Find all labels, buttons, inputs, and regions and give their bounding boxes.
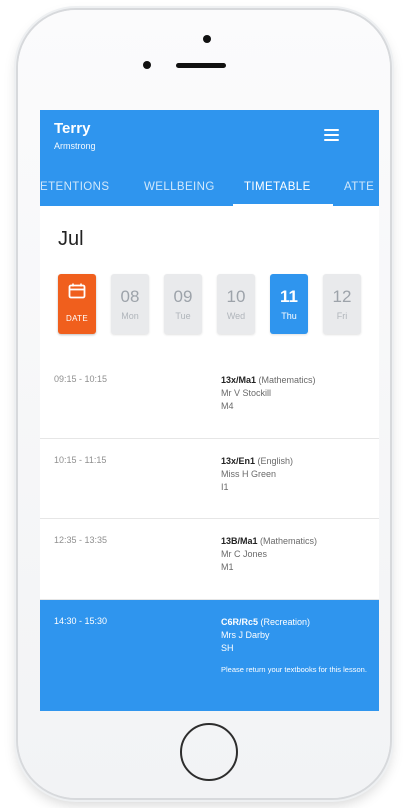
day-number: 12 bbox=[332, 287, 352, 306]
day-08[interactable]: 08 Mon bbox=[111, 274, 149, 334]
lesson-row-highlighted[interactable]: 14:30 - 15:30 C6R/Rc5 (Recreation) Mrs J… bbox=[40, 600, 379, 711]
lesson-room: M4 bbox=[221, 401, 234, 411]
day-number: 09 bbox=[173, 287, 193, 306]
day-weekday: Tue bbox=[175, 311, 191, 321]
day-10[interactable]: 10 Wed bbox=[217, 274, 255, 334]
app-header: Terry Armstrong ETENTIONS WELLBEING TIME… bbox=[40, 110, 379, 206]
lesson-subject: (Mathematics) bbox=[258, 375, 316, 385]
day-number: 10 bbox=[226, 287, 246, 306]
tab-bar: ETENTIONS WELLBEING TIMETABLE ATTE bbox=[40, 176, 379, 206]
day-weekday: Mon bbox=[121, 311, 139, 321]
stage: Terry Armstrong ETENTIONS WELLBEING TIME… bbox=[0, 0, 403, 808]
proximity-sensor bbox=[143, 61, 151, 69]
home-button[interactable] bbox=[180, 723, 238, 781]
lesson-code: 13x/Ma1 bbox=[221, 375, 257, 385]
lesson-teacher: Mr C Jones bbox=[221, 549, 268, 559]
lesson-subject: (English) bbox=[257, 456, 294, 466]
day-weekday: Thu bbox=[281, 311, 297, 321]
menu-button[interactable] bbox=[320, 123, 344, 147]
lesson-room: SH bbox=[221, 643, 234, 653]
month-label: Jul bbox=[58, 228, 84, 250]
lesson-info: 13B/Ma1 (Mathematics) Mr C Jones M1 bbox=[221, 535, 371, 574]
tab-wellbeing[interactable]: WELLBEING bbox=[144, 176, 215, 206]
lesson-time: 12:35 - 13:35 bbox=[54, 535, 108, 545]
earpiece-speaker bbox=[176, 63, 226, 68]
lesson-info: 13x/En1 (English) Miss H Green I1 bbox=[221, 455, 371, 494]
lesson-room: I1 bbox=[221, 482, 229, 492]
tab-detentions[interactable]: ETENTIONS bbox=[40, 176, 109, 206]
day-number: 11 bbox=[280, 287, 298, 306]
lesson-teacher: Miss H Green bbox=[221, 469, 277, 479]
day-12[interactable]: 12 Fri bbox=[323, 274, 361, 334]
lesson-teacher: Mrs J Darby bbox=[221, 630, 270, 640]
lesson-row[interactable]: 12:35 - 13:35 13B/Ma1 (Mathematics) Mr C… bbox=[40, 519, 379, 600]
user-name: Terry bbox=[54, 120, 91, 137]
lesson-time: 10:15 - 11:15 bbox=[54, 455, 107, 465]
calendar-icon bbox=[68, 283, 86, 299]
lesson-info: C6R/Rc5 (Recreation) Mrs J Darby SH Plea… bbox=[221, 616, 371, 676]
lesson-code: C6R/Rc5 bbox=[221, 617, 259, 627]
user-subtitle: Armstrong bbox=[54, 141, 96, 151]
date-picker-button[interactable]: DATE bbox=[58, 274, 96, 334]
tab-timetable[interactable]: TIMETABLE bbox=[244, 176, 311, 206]
front-camera bbox=[203, 35, 211, 43]
lesson-info: 13x/Ma1 (Mathematics) Mr V Stockill M4 bbox=[221, 374, 371, 413]
lesson-subject: (Mathematics) bbox=[260, 536, 318, 546]
day-09[interactable]: 09 Tue bbox=[164, 274, 202, 334]
lesson-row[interactable]: 09:15 - 10:15 13x/Ma1 (Mathematics) Mr V… bbox=[40, 358, 379, 439]
day-weekday: Fri bbox=[336, 311, 348, 321]
day-weekday: Wed bbox=[226, 311, 246, 321]
lesson-code: 13x/En1 bbox=[221, 456, 256, 466]
lesson-note: Please return your textbooks for this le… bbox=[221, 665, 367, 674]
day-11[interactable]: 11 Thu bbox=[270, 274, 308, 334]
date-button-label: DATE bbox=[66, 314, 88, 323]
tab-attendance[interactable]: ATTE bbox=[344, 176, 374, 206]
lesson-row[interactable]: 10:15 - 11:15 13x/En1 (English) Miss H G… bbox=[40, 439, 379, 519]
lesson-time: 09:15 - 10:15 bbox=[54, 374, 108, 384]
lesson-code: 13B/Ma1 bbox=[221, 536, 258, 546]
active-tab-indicator bbox=[233, 204, 333, 206]
app-screen: Terry Armstrong ETENTIONS WELLBEING TIME… bbox=[40, 110, 379, 711]
lesson-time: 14:30 - 15:30 bbox=[54, 616, 108, 626]
lesson-subject: (Recreation) bbox=[260, 617, 311, 627]
lesson-teacher: Mr V Stockill bbox=[221, 388, 272, 398]
lesson-room: M1 bbox=[221, 562, 234, 572]
day-number: 08 bbox=[120, 287, 140, 306]
